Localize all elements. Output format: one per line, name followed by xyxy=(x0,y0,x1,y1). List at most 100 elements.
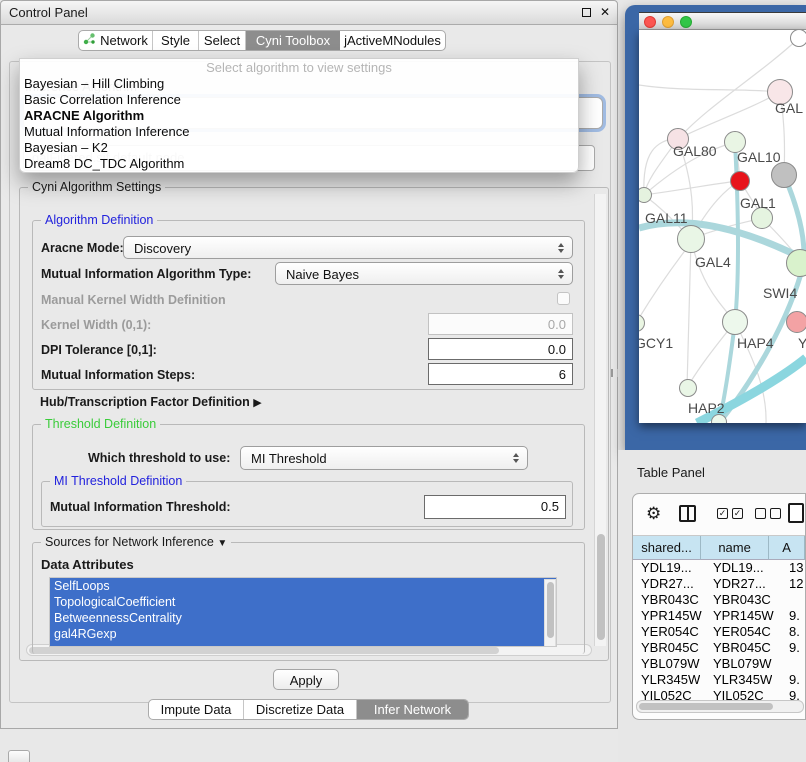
network-node-swi4[interactable] xyxy=(786,249,806,277)
table-cell: YER054C xyxy=(713,624,771,639)
network-node[interactable] xyxy=(711,414,727,423)
sources-title-text: Sources for Network Inference xyxy=(45,535,214,549)
network-node[interactable] xyxy=(730,171,750,191)
tab-infer-network[interactable]: Infer Network xyxy=(357,700,468,719)
tab-jactivemnodules[interactable]: jActiveMNodules xyxy=(340,31,445,50)
collapsed-panel-button[interactable] xyxy=(8,750,30,762)
aracne-mode-combobox[interactable]: Discovery xyxy=(123,236,573,259)
table-cell: YBR043C xyxy=(641,592,699,607)
network-node-y[interactable] xyxy=(786,311,806,333)
attrlist-vscrollbar[interactable] xyxy=(544,579,556,647)
tab-cyni-toolbox[interactable]: Cyni Toolbox xyxy=(246,31,340,50)
hub-definition-expander[interactable]: Hub/Transcription Factor Definition ▶ xyxy=(40,395,262,409)
network-canvas[interactable]: GALGAL80GAL10GAL1GAL11GAL4SWI4GCY1HAP4YH… xyxy=(639,30,806,423)
kernel-width-field[interactable]: 0.0 xyxy=(428,313,573,335)
network-node-gal4[interactable] xyxy=(677,225,705,253)
network-node-hap2[interactable] xyxy=(679,379,697,397)
select-all-checkbox-icon[interactable]: ✓ xyxy=(732,508,743,519)
dpi-tolerance-field[interactable]: 0.0 xyxy=(428,338,573,360)
tab-network[interactable]: Network xyxy=(79,31,153,50)
table-row[interactable]: YDR27...YDR27...12 xyxy=(633,576,805,592)
zoom-traffic-light-icon[interactable] xyxy=(680,16,692,28)
float-window-icon[interactable] xyxy=(582,8,591,17)
mi-type-value: Naive Bayes xyxy=(286,267,359,282)
tab-impute-data[interactable]: Impute Data xyxy=(149,700,244,719)
table-cell: 9. xyxy=(789,608,800,623)
mi-threshold-group-title: MI Threshold Definition xyxy=(50,474,186,488)
attribute-item-selected[interactable]: SelfLoops xyxy=(50,578,556,594)
attribute-item-selected[interactable]: TopologicalCoefficient xyxy=(50,594,556,610)
data-attributes-list[interactable]: SelfLoopsTopologicalCoefficientBetweenne… xyxy=(49,577,557,647)
node-label: GAL1 xyxy=(740,195,776,211)
network-node[interactable] xyxy=(790,30,806,47)
algorithm-option[interactable]: Basic Correlation Inference xyxy=(20,92,578,108)
column-header-shared[interactable]: shared... xyxy=(633,536,701,560)
node-label: SWI4 xyxy=(763,285,797,301)
table-cell: YPR145W xyxy=(713,608,774,623)
algorithm-option[interactable]: Bayesian – Hill Climbing xyxy=(20,76,578,92)
attribute-item-selected[interactable]: gal4RGexp xyxy=(50,626,556,642)
column-header-name[interactable]: name xyxy=(701,536,769,560)
table-row[interactable]: YBL079WYBL079W xyxy=(633,656,805,672)
close-icon[interactable]: ✕ xyxy=(600,5,610,19)
export-table-icon[interactable] xyxy=(788,503,804,523)
control-panel-window: Control Panel ✕ Network Style Select Cyni T… xyxy=(0,0,618,729)
table-cell: YDR27... xyxy=(641,576,694,591)
attrlist-vscroll-thumb[interactable] xyxy=(547,582,554,638)
node-label: GAL xyxy=(775,100,803,116)
algorithm-option[interactable]: Dream8 DC_TDC Algorithm xyxy=(20,156,578,172)
table-row[interactable]: YBR043CYBR043C xyxy=(633,592,805,608)
table-panel-title: Table Panel xyxy=(637,465,705,480)
network-node-hap4[interactable] xyxy=(722,309,748,335)
settings-vscrollbar[interactable] xyxy=(594,194,606,646)
mi-type-combobox[interactable]: Naive Bayes xyxy=(275,262,573,285)
tab-discretize-data[interactable]: Discretize Data xyxy=(244,700,357,719)
mi-steps-field[interactable]: 6 xyxy=(428,363,573,385)
combo-spinner-icon xyxy=(513,453,520,463)
algorithm-option[interactable]: Bayesian – K2 xyxy=(20,140,578,156)
algorithm-option[interactable]: Mutual Information Inference xyxy=(20,124,578,140)
apply-button[interactable]: Apply xyxy=(273,669,339,690)
minimize-traffic-light-icon[interactable] xyxy=(662,16,674,28)
algorithm-option[interactable]: ARACNE Algorithm xyxy=(20,108,578,124)
sources-group-title[interactable]: Sources for Network Inference ▼ xyxy=(41,535,231,549)
settings-vscroll-thumb[interactable] xyxy=(597,534,605,640)
table-row[interactable]: YER054CYER054C8. xyxy=(633,624,805,640)
which-threshold-combobox[interactable]: MI Threshold xyxy=(240,446,528,470)
node-label: GAL4 xyxy=(695,254,731,270)
close-traffic-light-icon[interactable] xyxy=(644,16,656,28)
table-row[interactable]: YBR045CYBR045C9. xyxy=(633,640,805,656)
deselect-all-checkbox-icon[interactable] xyxy=(770,508,781,519)
mi-threshold-field[interactable]: 0.5 xyxy=(424,495,566,519)
combo-spinner-icon xyxy=(558,269,565,279)
column-header-a[interactable]: A xyxy=(769,536,805,560)
network-node[interactable] xyxy=(771,162,797,188)
table-row[interactable]: YLR345WYLR345W9. xyxy=(633,672,805,688)
tab-select[interactable]: Select xyxy=(199,31,246,50)
network-window-titlebar[interactable] xyxy=(639,12,806,30)
node-label: GAL11 xyxy=(645,210,688,226)
panel-title: Control Panel xyxy=(1,5,88,20)
dropdown-placeholder: Select algorithm to view settings xyxy=(20,59,578,76)
hub-definition-label: Hub/Transcription Factor Definition xyxy=(40,395,250,409)
tab-label: Select xyxy=(204,33,240,48)
tab-label: Impute Data xyxy=(161,702,232,717)
top-tabbar: Network Style Select Cyni ToolboxjActiveMNo… xyxy=(78,30,446,51)
table-row[interactable]: YDL19...YDL19...13 xyxy=(633,560,805,576)
mi-threshold-group: MI Threshold Definition Mutual Informati… xyxy=(41,481,573,527)
tab-label: Network xyxy=(100,33,148,48)
table-cell: YBR045C xyxy=(641,640,699,655)
attribute-item-selected[interactable]: BetweennessCentrality xyxy=(50,610,556,626)
attribute-item-selected[interactable] xyxy=(50,642,556,647)
table-hscroll-thumb[interactable] xyxy=(639,703,773,710)
column-layout-icon[interactable] xyxy=(679,505,696,522)
select-all-checkbox-icon[interactable]: ✓ xyxy=(717,508,728,519)
manual-kernel-checkbox[interactable] xyxy=(557,292,570,305)
gear-icon[interactable]: ⚙ xyxy=(646,504,661,524)
table-hscrollbar[interactable] xyxy=(636,700,804,713)
table-row[interactable]: YPR145WYPR145W9. xyxy=(633,608,805,624)
tab-style[interactable]: Style xyxy=(153,31,199,50)
deselect-all-checkbox-icon[interactable] xyxy=(755,508,766,519)
split-pane-grip[interactable] xyxy=(611,369,618,377)
tab-label: Infer Network xyxy=(374,702,451,717)
